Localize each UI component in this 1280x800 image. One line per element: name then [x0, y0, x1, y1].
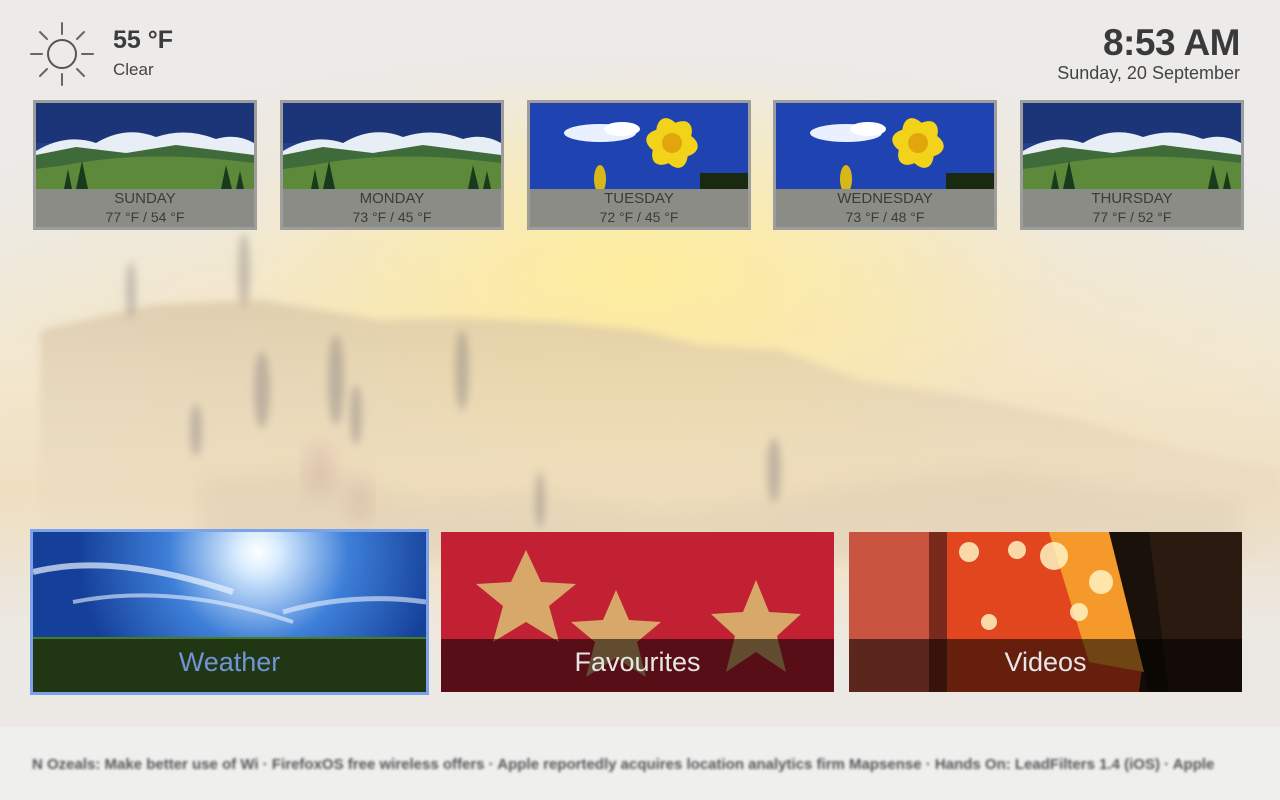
- menu-label-videos: Videos: [1004, 647, 1087, 677]
- forecast-tile-tuesday[interactable]: TUESDAY 72 °F / 45 °F: [527, 100, 751, 230]
- menu-tile-weather[interactable]: Weather: [30, 529, 429, 695]
- mountain-landscape-image: [1023, 103, 1241, 189]
- forecast-tile-monday[interactable]: MONDAY 73 °F / 45 °F: [280, 100, 504, 230]
- mountain-landscape-image: [36, 103, 254, 189]
- forecast-caption: WEDNESDAY 73 °F / 48 °F: [776, 189, 994, 227]
- forecast-temps: 77 °F / 54 °F: [105, 209, 185, 225]
- current-temperature: 55 °F: [113, 26, 174, 54]
- clock-time: 8:53 AM: [1102, 22, 1241, 63]
- forecast-caption: MONDAY 73 °F / 45 °F: [283, 189, 501, 227]
- menu-label-weather: Weather: [178, 647, 281, 677]
- forecast-row: SUNDAY 77 °F / 54 °F MONDAY 73 °F / 45 °…: [33, 100, 1244, 230]
- forecast-day: TUESDAY: [604, 190, 674, 207]
- news-ticker-text: N Ozeals: Make better use of Wi · Firefo…: [32, 756, 1215, 773]
- menu-tile-favourites[interactable]: Favourites: [441, 532, 834, 692]
- forecast-day: WEDNESDAY: [837, 190, 933, 207]
- daffodil-image: [776, 103, 994, 189]
- forecast-caption: THURSDAY 77 °F / 52 °F: [1023, 189, 1241, 227]
- forecast-caption: TUESDAY 72 °F / 45 °F: [530, 189, 748, 227]
- forecast-day: THURSDAY: [1091, 190, 1173, 207]
- forecast-caption: SUNDAY 77 °F / 54 °F: [36, 189, 254, 227]
- daffodil-image: [530, 103, 748, 189]
- sun-icon: [28, 20, 96, 88]
- forecast-tile-thursday[interactable]: THURSDAY 77 °F / 52 °F: [1020, 100, 1244, 230]
- forecast-temps: 73 °F / 45 °F: [352, 209, 432, 225]
- forecast-temps: 72 °F / 45 °F: [599, 209, 679, 225]
- forecast-temps: 73 °F / 48 °F: [845, 209, 925, 225]
- forecast-day: SUNDAY: [114, 190, 176, 207]
- forecast-tile-sunday[interactable]: SUNDAY 77 °F / 54 °F: [33, 100, 257, 230]
- forecast-day: MONDAY: [359, 190, 425, 207]
- current-condition: Clear: [113, 60, 154, 79]
- menu-tile-videos[interactable]: Videos: [849, 532, 1242, 692]
- forecast-tile-wednesday[interactable]: WEDNESDAY 73 °F / 48 °F: [773, 100, 997, 230]
- mountain-landscape-image: [283, 103, 501, 189]
- menu-label-favourites: Favourites: [574, 647, 701, 677]
- clock-date: Sunday, 20 September: [1057, 63, 1240, 83]
- forecast-temps: 77 °F / 52 °F: [1092, 209, 1172, 225]
